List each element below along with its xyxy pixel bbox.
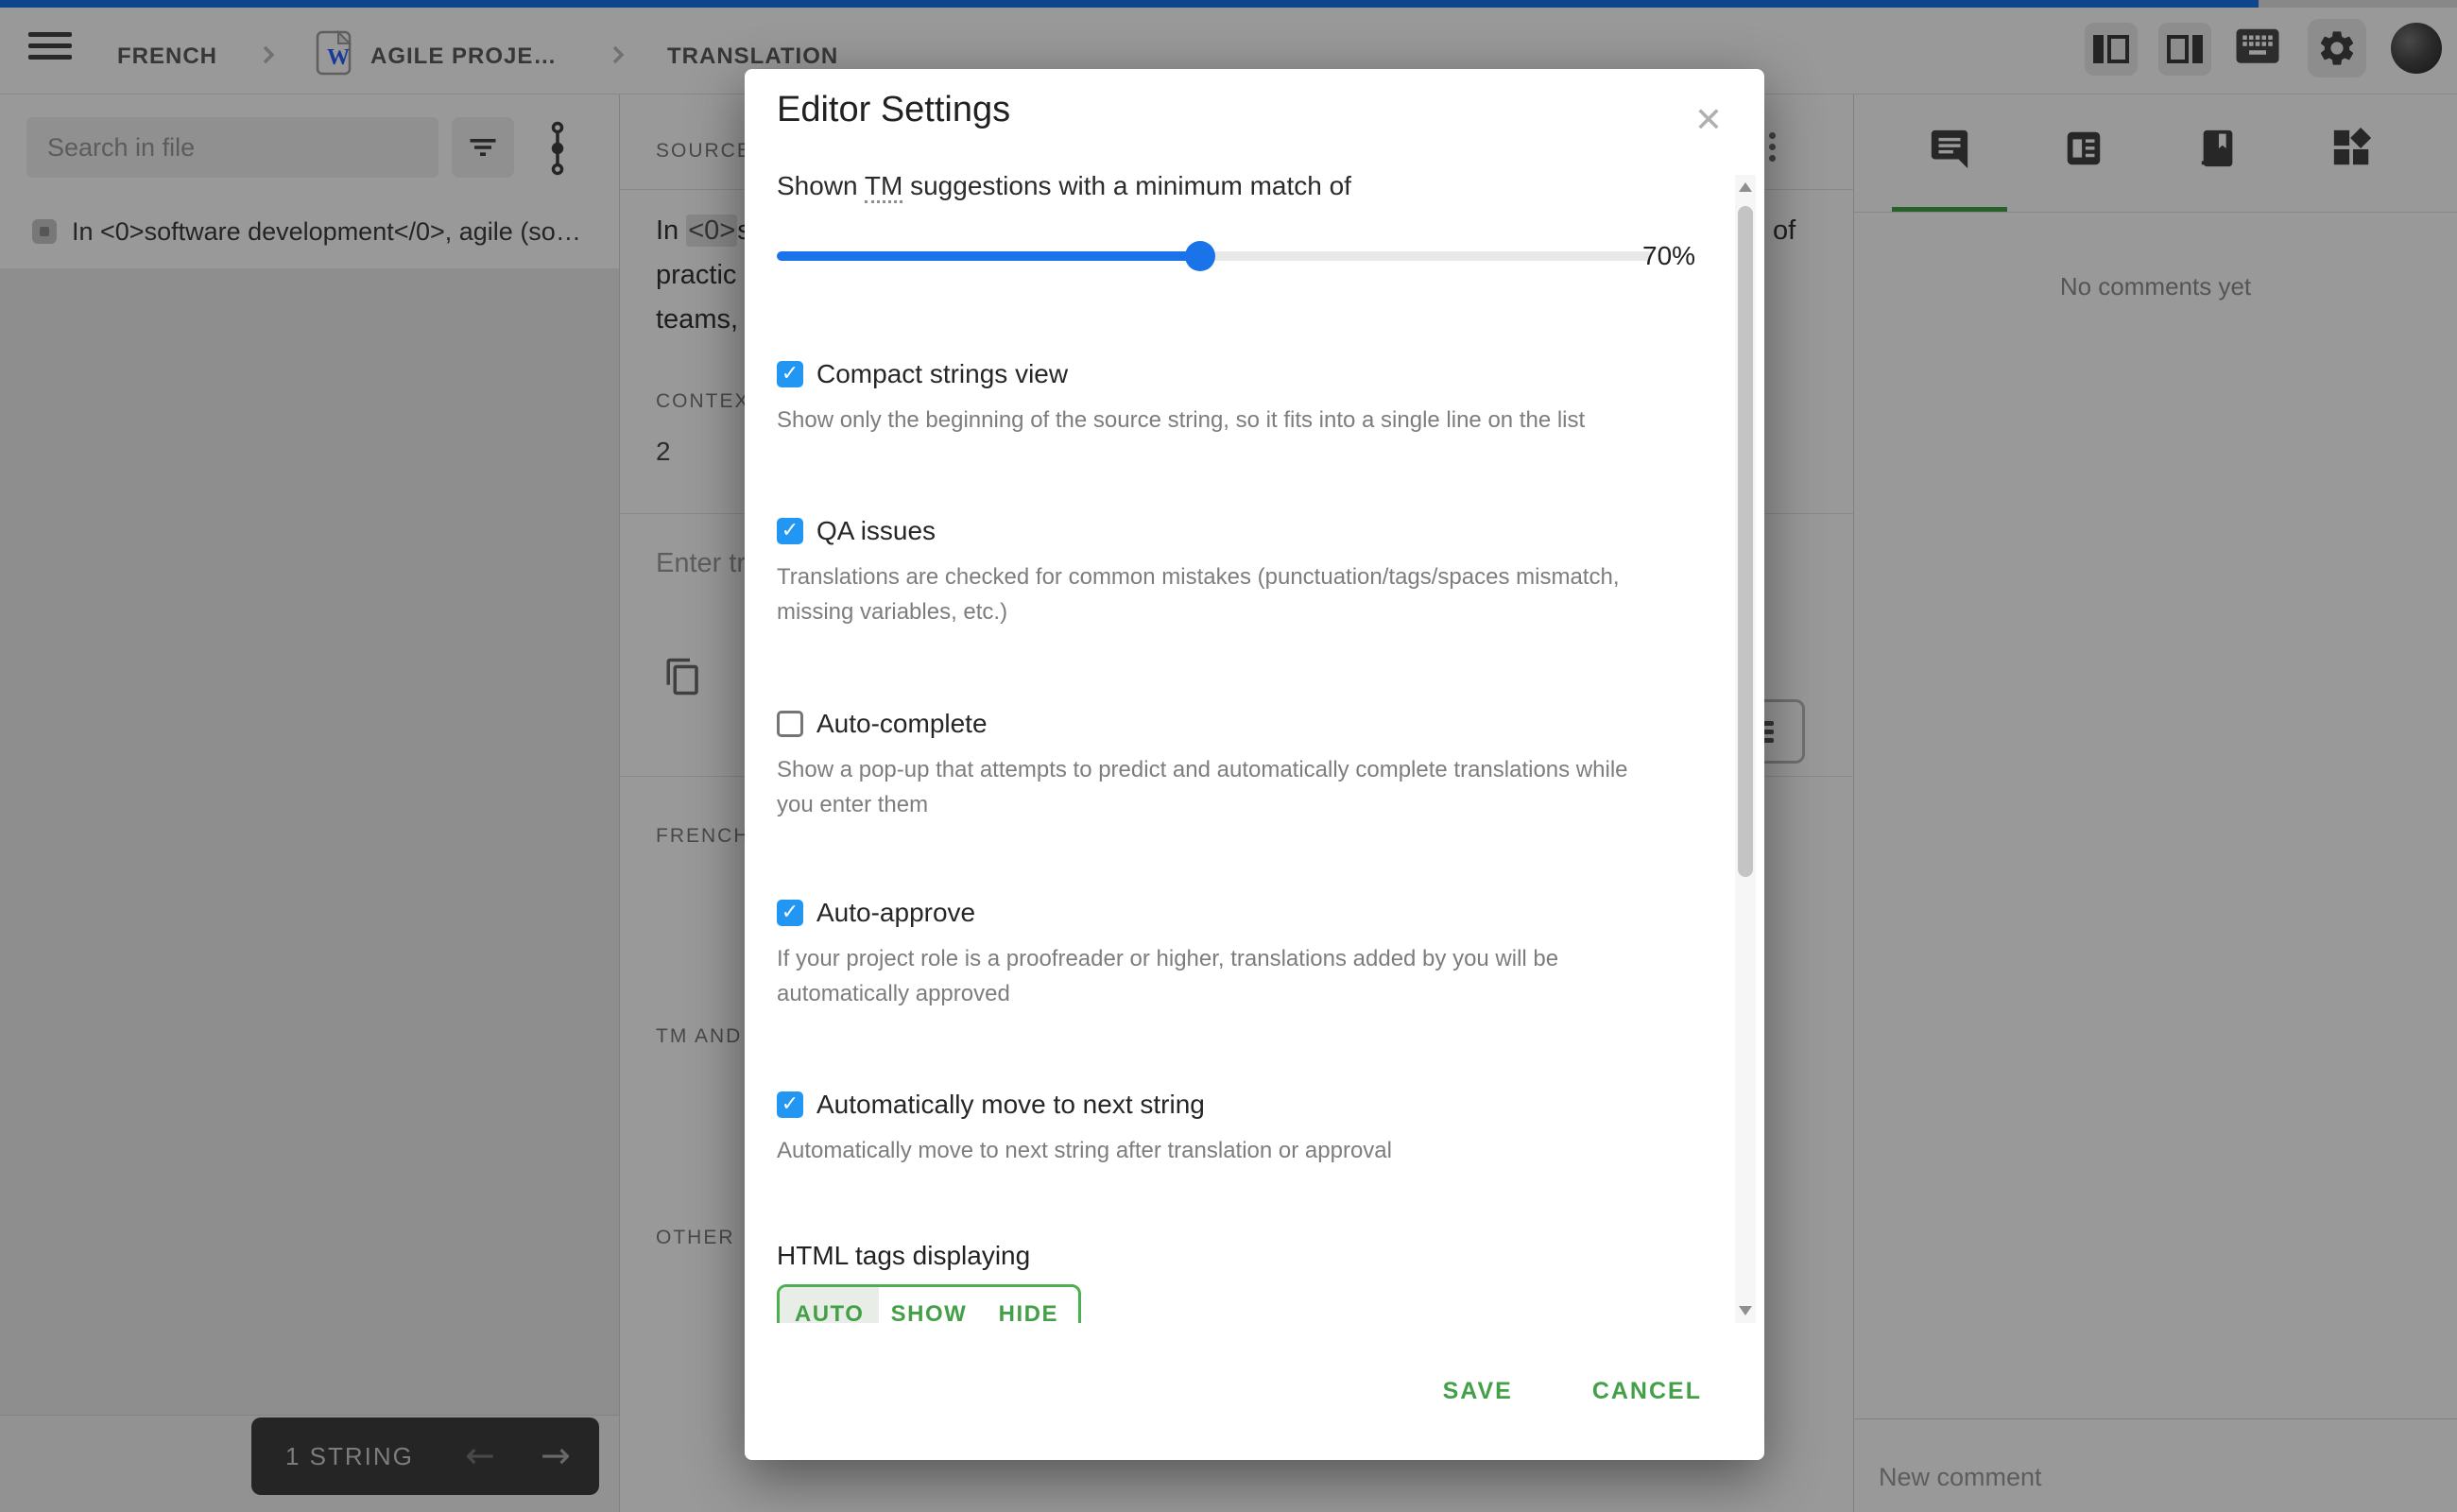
checkbox-auto-move-next[interactable]: ✓	[777, 1091, 803, 1118]
tm-match-slider-thumb[interactable]	[1185, 241, 1215, 271]
html-tags-label: HTML tags displaying	[777, 1241, 1030, 1271]
editor-settings-dialog: Editor Settings ✕ Shown TM suggestions w…	[745, 69, 1764, 1460]
dialog-title: Editor Settings	[777, 90, 1010, 130]
close-icon[interactable]: ✕	[1686, 97, 1731, 143]
tm-match-slider-fill	[777, 251, 1200, 261]
cancel-button[interactable]: CANCEL	[1572, 1365, 1723, 1418]
checkbox-auto-approve[interactable]: ✓	[777, 900, 803, 926]
editor-screen: FRENCH W AGILE PROJE… TRANSLATION	[0, 0, 2457, 1512]
option-description: Show only the beginning of the source st…	[777, 403, 1712, 438]
option-description: Translations are checked for common mist…	[777, 559, 1712, 629]
checkbox-auto-complete[interactable]	[777, 711, 803, 737]
tm-abbreviation: TM	[865, 171, 902, 203]
html-tags-option-show[interactable]: SHOW	[879, 1287, 978, 1323]
option-description: Automatically move to next string after …	[777, 1133, 1712, 1168]
html-tags-option-hide[interactable]: HIDE	[979, 1287, 1078, 1323]
option-description: If your project role is a proofreader or…	[777, 941, 1712, 1011]
scroll-up-icon[interactable]	[1739, 182, 1752, 192]
dialog-body: Editor Settings ✕ Shown TM suggestions w…	[745, 69, 1764, 1323]
html-tags-option-auto[interactable]: AUTO	[780, 1287, 879, 1323]
scroll-down-icon[interactable]	[1739, 1306, 1752, 1315]
html-tags-segmented-control: AUTO SHOW HIDE	[777, 1284, 1081, 1323]
scrollbar-thumb[interactable]	[1738, 206, 1753, 877]
checkbox-qa-issues[interactable]: ✓	[777, 518, 803, 544]
dialog-scrollbar[interactable]	[1735, 175, 1756, 1323]
dialog-footer: SAVE CANCEL	[745, 1323, 1764, 1460]
tm-match-label: Shown TM suggestions with a minimum matc…	[777, 171, 1351, 201]
option-description: Show a pop-up that attempts to predict a…	[777, 752, 1712, 822]
checkbox-compact-strings-view[interactable]: ✓	[777, 361, 803, 387]
tm-match-value: 70%	[1642, 241, 1695, 271]
save-button[interactable]: SAVE	[1422, 1365, 1534, 1418]
